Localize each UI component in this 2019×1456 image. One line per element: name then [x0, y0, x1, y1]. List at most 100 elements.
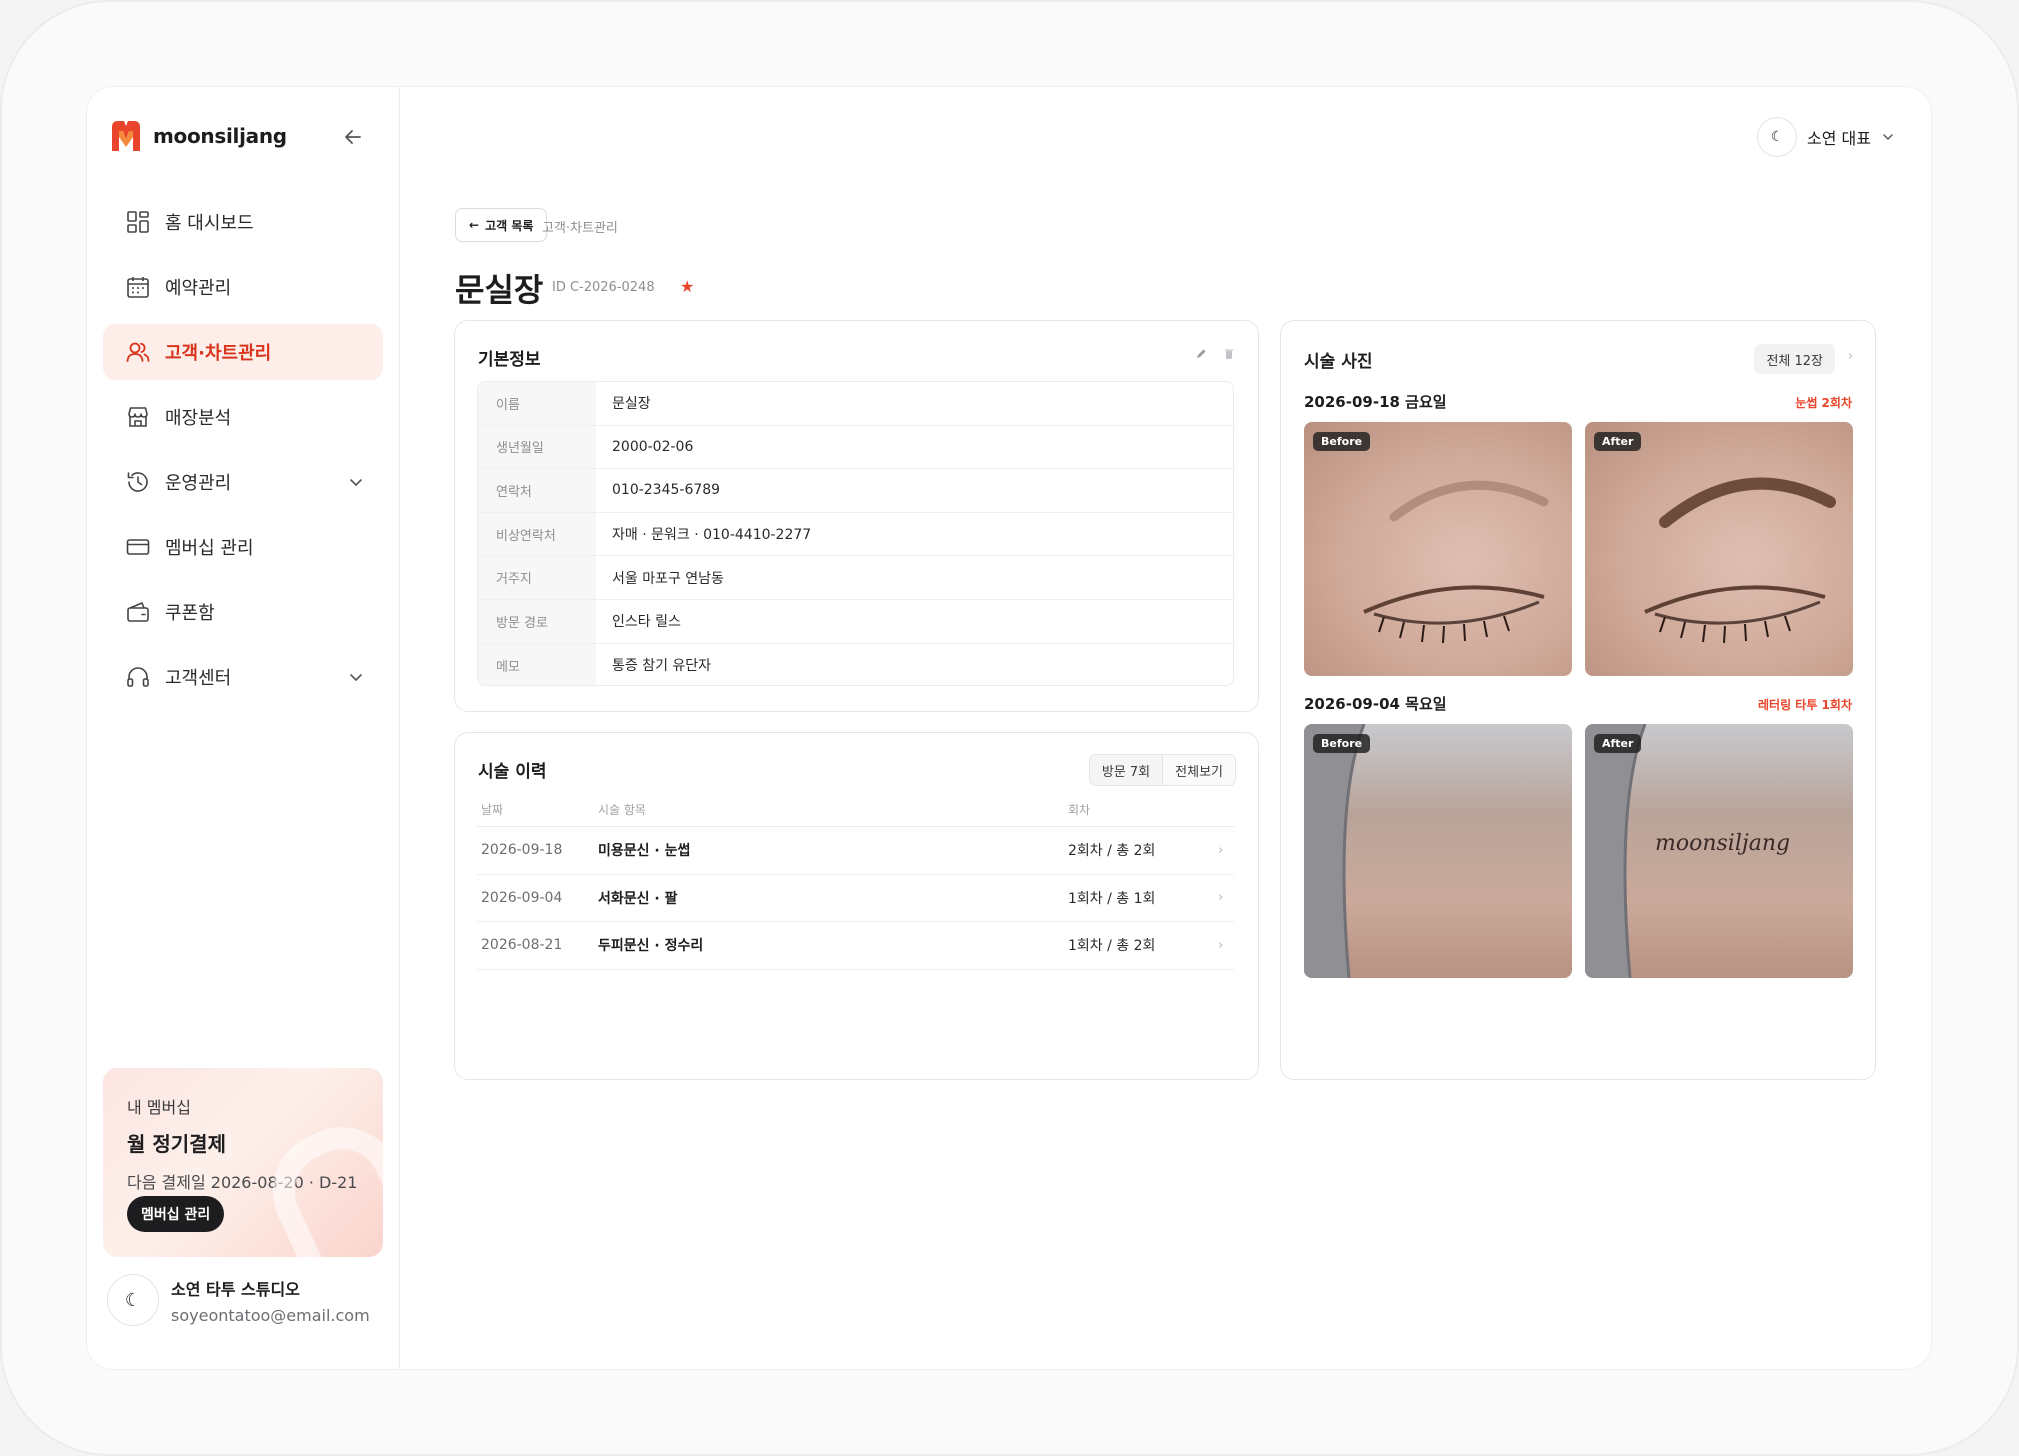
- studio-name: 소연 타투 스튜디오: [171, 1279, 300, 1299]
- info-value: 문실장: [612, 396, 651, 413]
- arm-after-image: moonsiljang: [1585, 724, 1790, 978]
- history-round: 1회차 / 총 2회: [1068, 938, 1156, 955]
- history-icon: [127, 472, 148, 492]
- table-row[interactable]: 2026-09-18 미용문신 · 눈썹 2회차 / 총 2회 ›: [477, 827, 1234, 875]
- membership-label: 내 멤버십: [127, 1098, 191, 1117]
- calendar-icon: [127, 277, 149, 298]
- session-date: 2026-09-04 목요일: [1304, 695, 1447, 713]
- history-item: 미용문신 · 눈썹: [598, 843, 691, 860]
- wallet-icon: [127, 602, 149, 622]
- sidebar-item-dashboard[interactable]: 홈 대시보드: [103, 194, 383, 250]
- info-value: 통증 참기 유단자: [612, 658, 712, 675]
- chevron-right-icon[interactable]: ›: [1848, 349, 1853, 364]
- sidebar-item-membership[interactable]: 멤버십 관리: [103, 519, 383, 575]
- membership-manage-button[interactable]: 멤버십 관리: [127, 1196, 225, 1232]
- basic-info-table: 이름 문실장 생년월일 2000-02-06 연락처 010-2345-6789 비상…: [477, 381, 1234, 686]
- device-frame: moonsiljang 홈 대시보드 예약관리 고객·차트관리 매장분석 운영관…: [0, 0, 2019, 1456]
- eyebrow-before-image: [1363, 480, 1549, 644]
- chevron-down-icon: [1883, 134, 1893, 140]
- studio-email: soyeontatoo@email.com: [171, 1305, 370, 1325]
- sidebar-item-label: 홈 대시보드: [165, 213, 254, 234]
- chevron-right-icon: ›: [1218, 842, 1224, 858]
- photo-before[interactable]: Before: [1304, 724, 1572, 978]
- session-tag: 눈썹 2회차: [1795, 396, 1852, 410]
- sidebar-item-reservations[interactable]: 예약관리: [103, 259, 383, 315]
- table-row[interactable]: 2026-09-04 서화문신 · 팔 1회차 / 총 1회 ›: [477, 875, 1234, 922]
- before-label: Before: [1313, 734, 1371, 753]
- studio-avatar-icon: ☾: [107, 1274, 159, 1326]
- sidebar-item-label: 쿠폰함: [165, 603, 215, 624]
- tattoo-lettering: moonsiljang: [1655, 831, 1790, 856]
- back-to-list-button[interactable]: ← 고객 목록: [455, 208, 548, 242]
- collapse-sidebar-icon[interactable]: [341, 125, 365, 149]
- chevron-down-icon[interactable]: [347, 473, 365, 491]
- eyebrow-after-image: [1644, 477, 1836, 644]
- before-label: Before: [1313, 432, 1371, 451]
- sidebar-item-support[interactable]: 고객센터: [103, 649, 383, 705]
- info-row: 이름 문실장: [478, 382, 1233, 426]
- info-row: 방문 경로 인스타 릴스: [478, 599, 1233, 644]
- breadcrumb[interactable]: 고객·차트관리: [542, 217, 618, 236]
- treatment-photos-card: 시술 사진 전체 12장 › 2026-09-18 금요일 눈썹 2회차 Bef…: [1280, 320, 1876, 1080]
- photo-after[interactable]: After: [1585, 422, 1853, 676]
- history-item: 서화문신 · 팔: [598, 890, 678, 907]
- after-label: After: [1594, 734, 1642, 753]
- sidebar-item-analytics[interactable]: 매장분석: [103, 389, 383, 445]
- info-label: 비상연락처: [478, 512, 596, 556]
- arm-before-image: [1304, 724, 1366, 978]
- basic-info-card: 기본정보 이름 문실장 생년월일 2000-02-06 연락처 010-2345-67…: [454, 320, 1259, 712]
- visits-count-button[interactable]: 방문 7회: [1090, 755, 1162, 785]
- sidebar-item-label: 고객센터: [165, 668, 232, 689]
- photos-total-button[interactable]: 전체 12장: [1754, 344, 1835, 374]
- info-label: 메모: [478, 643, 596, 685]
- favorite-star-icon[interactable]: ★: [680, 277, 694, 296]
- info-value: 인스타 릴스: [612, 614, 681, 631]
- info-row: 메모 통증 참기 유단자: [478, 643, 1233, 685]
- sidebar-item-customers[interactable]: 고객·차트관리: [103, 324, 383, 380]
- info-row: 연락처 010-2345-6789: [478, 469, 1233, 513]
- info-label: 생년월일: [478, 425, 596, 469]
- sidebar-item-operations[interactable]: 운영관리: [103, 454, 383, 510]
- sidebar-item-label: 멤버십 관리: [165, 538, 254, 559]
- info-label: 거주지: [478, 556, 596, 599]
- treatment-history-card: 시술 이력 방문 7회 전체보기 날짜 시술 항목 회차 2026-09-18 …: [454, 732, 1259, 1080]
- photos-title: 시술 사진: [1304, 352, 1373, 372]
- photo-after[interactable]: moonsiljang After: [1585, 724, 1853, 978]
- basic-info-title: 기본정보: [478, 350, 541, 370]
- table-row[interactable]: 2026-08-21 두피문신 · 정수리 1회차 / 총 2회 ›: [477, 922, 1234, 970]
- history-table: 날짜 시술 항목 회차 2026-09-18 미용문신 · 눈썹 2회차 / 총…: [477, 801, 1234, 970]
- delete-icon[interactable]: [1222, 347, 1236, 361]
- sidebar-item-coupons[interactable]: 쿠폰함: [103, 584, 383, 640]
- store-icon: [128, 407, 148, 427]
- history-round: 2회차 / 총 2회: [1068, 843, 1156, 860]
- history-date: 2026-09-04: [481, 889, 563, 906]
- sidebar-nav: 홈 대시보드 예약관리 고객·차트관리 매장분석 운영관리 멤버십 관리 쿠폰함…: [103, 194, 383, 714]
- session-tag: 레터링 타투 1회차: [1758, 698, 1852, 712]
- info-value: 서울 마포구 연남동: [612, 570, 724, 587]
- column-header-item: 시술 항목: [598, 803, 646, 817]
- card-icon: [126, 539, 150, 555]
- back-button-label: 고객 목록: [485, 218, 534, 233]
- sidebar-item-label: 매장분석: [165, 408, 232, 429]
- users-icon: [126, 342, 150, 362]
- history-title: 시술 이력: [478, 762, 547, 782]
- column-header-date: 날짜: [481, 803, 504, 817]
- sidebar: moonsiljang 홈 대시보드 예약관리 고객·차트관리 매장분석 운영관…: [87, 87, 400, 1369]
- after-label: After: [1594, 432, 1642, 451]
- user-menu[interactable]: ☾ 소연 대표: [1757, 117, 1895, 157]
- edit-icon[interactable]: [1194, 347, 1208, 361]
- logo[interactable]: moonsiljang: [107, 117, 287, 155]
- photo-before[interactable]: Before: [1304, 422, 1572, 676]
- info-row: 비상연락처 자매 · 문워크 · 010-4410-2277: [478, 512, 1233, 557]
- moonsiljang-logo-icon: [112, 121, 140, 151]
- info-value: 010-2345-6789: [612, 482, 721, 499]
- info-value: 2000-02-06: [612, 438, 694, 455]
- history-header: 날짜 시술 항목 회차: [477, 801, 1234, 827]
- info-label: 방문 경로: [478, 599, 596, 643]
- chevron-down-icon[interactable]: [347, 668, 365, 686]
- page-title: 문실장: [455, 271, 544, 309]
- view-all-button[interactable]: 전체보기: [1162, 755, 1235, 785]
- studio-profile[interactable]: ☾ 소연 타투 스튜디오 soyeontatoo@email.com: [107, 1274, 370, 1326]
- history-date: 2026-09-18: [481, 842, 563, 859]
- info-value: 자매 · 문워크 · 010-4410-2277: [612, 527, 812, 544]
